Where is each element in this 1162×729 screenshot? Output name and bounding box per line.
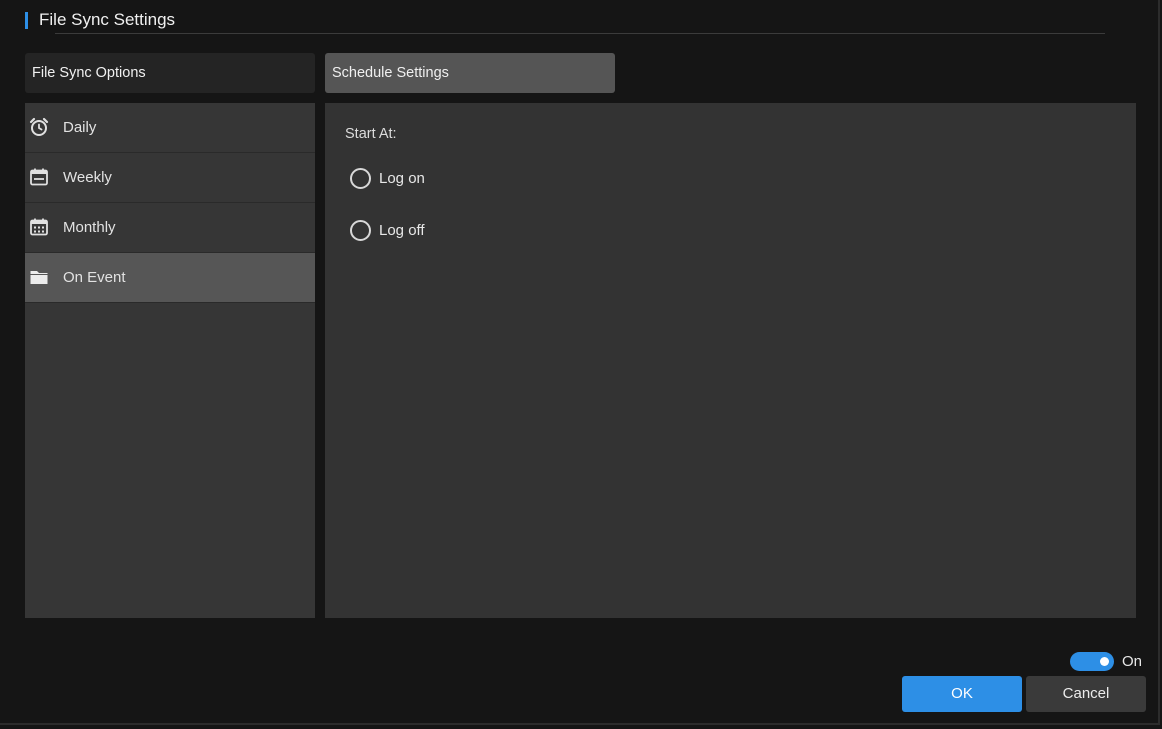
sidebar-item-on-event[interactable]: On Event — [25, 253, 315, 303]
radio-circle-icon[interactable] — [350, 168, 371, 189]
schedule-sidebar: Daily Weekly Monthly On Event — [25, 103, 315, 618]
calendar-week-icon — [29, 167, 49, 187]
sidebar-item-label: On Event — [63, 269, 126, 286]
tab-file-sync-options[interactable]: File Sync Options — [25, 53, 315, 93]
radio-label-log-on: Log on — [379, 170, 425, 187]
toggle-knob — [1100, 657, 1109, 666]
title-divider — [55, 33, 1105, 34]
folder-icon — [29, 267, 49, 287]
toggle-label: On — [1122, 653, 1143, 670]
sidebar-item-label: Weekly — [63, 169, 112, 186]
sidebar-item-weekly[interactable]: Weekly — [25, 153, 315, 203]
alarm-clock-icon — [29, 117, 49, 137]
start-at-label: Start At: — [345, 126, 397, 142]
title-accent-bar — [25, 12, 28, 29]
cancel-button[interactable]: Cancel — [1026, 676, 1146, 712]
radio-log-on[interactable]: Log on — [350, 168, 425, 189]
radio-circle-icon[interactable] — [350, 220, 371, 241]
sidebar-item-label: Monthly — [63, 219, 116, 236]
sidebar-item-monthly[interactable]: Monthly — [25, 203, 315, 253]
radio-log-off[interactable]: Log off — [350, 220, 425, 241]
enable-toggle[interactable] — [1070, 652, 1114, 671]
dialog-title: File Sync Settings — [39, 10, 176, 29]
ok-button[interactable]: OK — [902, 676, 1022, 712]
radio-label-log-off: Log off — [379, 222, 425, 239]
sidebar-item-daily[interactable]: Daily — [25, 103, 315, 153]
tab-schedule-settings[interactable]: Schedule Settings — [325, 53, 615, 93]
calendar-month-icon — [29, 217, 49, 237]
sidebar-item-label: Daily — [63, 119, 97, 136]
schedule-content-panel: Start At: Log on Log off — [325, 103, 1136, 618]
